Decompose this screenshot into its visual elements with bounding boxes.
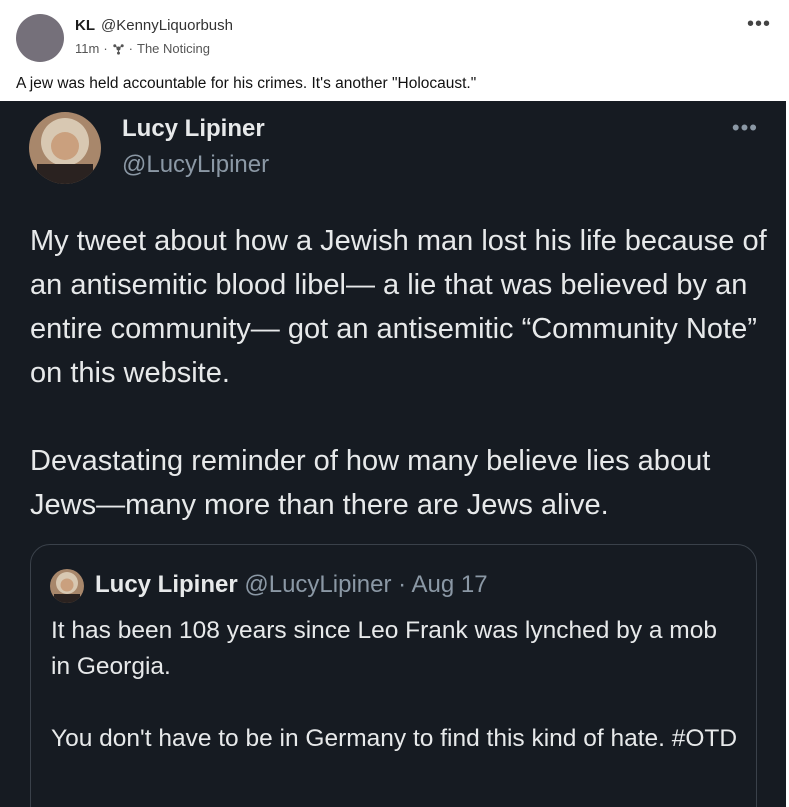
tweet-paragraph: Devastating reminder of how many believe…: [30, 445, 711, 521]
tweet-body: My tweet about how a Jewish man lost his…: [30, 219, 770, 527]
quoted-paragraph: You don't have to be in Germany to find …: [51, 725, 738, 752]
post-author[interactable]: KL @KennyLiquorbush: [75, 17, 233, 34]
quoted-avatar: [50, 569, 84, 603]
tweet-author-handle: @LucyLipiner: [122, 151, 270, 178]
quoted-separator: ·: [398, 571, 407, 598]
author-initials[interactable]: KL: [75, 17, 95, 34]
quoted-tweet: Lucy Lipiner @LucyLipiner · Aug 17 It ha…: [30, 544, 757, 807]
post-text: A jew was held accountable for his crime…: [16, 75, 477, 92]
embedded-tweet-image[interactable]: Lucy Lipiner @LucyLipiner ••• My tweet a…: [0, 101, 786, 807]
author-handle[interactable]: @KennyLiquorbush: [101, 17, 233, 34]
community-name[interactable]: The Noticing: [137, 41, 210, 56]
post-meta: 11m · · The Noticing: [75, 41, 210, 56]
post-time: 11m: [75, 41, 100, 56]
more-options-icon[interactable]: •••: [747, 14, 771, 34]
quoted-date: Aug 17: [411, 571, 488, 598]
post-header: KL @KennyLiquorbush 11m · · The Noticing …: [0, 0, 789, 100]
community-icon: [112, 44, 124, 55]
quoted-header: Lucy Lipiner @LucyLipiner · Aug 17: [95, 571, 488, 599]
quoted-paragraph: It has been 108 years since Leo Frank wa…: [51, 617, 717, 680]
meta-dot-2: ·: [128, 41, 134, 56]
tweet-author-name: Lucy Lipiner: [122, 115, 265, 142]
meta-dot: ·: [103, 41, 108, 56]
tweet-more-icon: •••: [731, 115, 758, 140]
quoted-author-handle: @LucyLipiner: [244, 571, 392, 598]
avatar[interactable]: [16, 14, 64, 62]
tweet-paragraph: My tweet about how a Jewish man lost his…: [30, 225, 767, 389]
tweet-avatar: [29, 112, 101, 184]
quoted-author-name: Lucy Lipiner: [95, 571, 238, 598]
quoted-body: It has been 108 years since Leo Frank wa…: [51, 613, 741, 757]
